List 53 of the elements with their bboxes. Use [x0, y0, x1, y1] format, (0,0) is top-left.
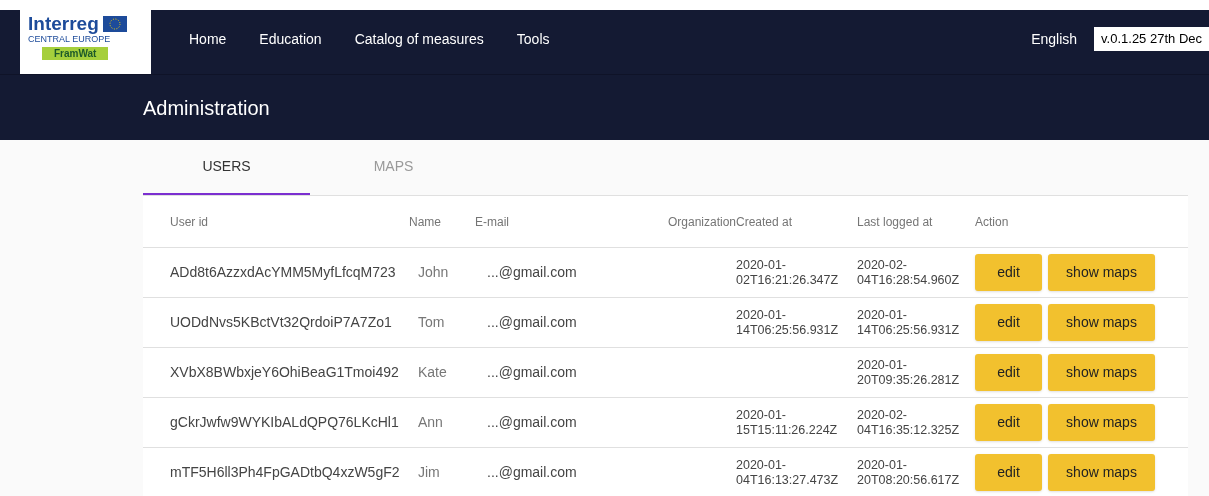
edit-button[interactable]: edit: [975, 454, 1042, 491]
language-selector[interactable]: English: [1031, 28, 1078, 50]
table-cell-text: Ann: [417, 413, 444, 432]
column-header: Organization: [666, 213, 736, 231]
show-maps-button[interactable]: show maps: [1048, 454, 1155, 491]
table-cell-text: 2020-02-04T16:35:12.325Z: [857, 407, 961, 438]
table-cell-text: 2020-01-02T16:21:26.347Z: [736, 257, 840, 288]
page-title: Administration: [143, 95, 270, 121]
table-cell-text: 2020-01-15T15:11:26.224Z: [736, 407, 839, 438]
logo-title: Interreg: [28, 14, 99, 34]
nav-link[interactable]: Tools: [516, 28, 550, 50]
table-cell-text: ...@gmail.com: [486, 463, 578, 482]
version-label: v.0.1.25 27th Dec: [1094, 27, 1209, 51]
table-cell-text: 2020-01-14T06:25:56.931Z: [857, 307, 961, 338]
column-header: User id: [170, 213, 209, 231]
table-cell-text: 2020-01-20T09:35:26.281Z: [857, 357, 961, 388]
edit-button[interactable]: edit: [975, 304, 1042, 341]
table-cell-text: 2020-01-04T16:13:27.473Z: [736, 457, 840, 488]
column-header: Created at: [736, 213, 794, 231]
table-cell-text: 2020-01-20T08:20:56.617Z: [857, 457, 961, 488]
table-cell-text: ...@gmail.com: [486, 263, 578, 282]
table-cell-text: Kate: [417, 363, 448, 382]
table-cell-text: XVbX8BWbxjeY6OhiBeaG1Tmoi492: [170, 363, 400, 382]
table-cell-text: ...@gmail.com: [486, 363, 578, 382]
table-cell-text: ...@gmail.com: [486, 413, 578, 432]
table-cell-text: Jim: [417, 463, 441, 482]
column-header: E-mail: [475, 213, 510, 231]
column-header: Name: [409, 213, 442, 231]
show-maps-button[interactable]: show maps: [1048, 354, 1155, 391]
show-maps-button[interactable]: show maps: [1048, 404, 1155, 441]
table-cell-text: 2020-01-14T06:25:56.931Z: [736, 307, 840, 338]
logo-project: FramWat: [42, 47, 109, 60]
nav-link[interactable]: Catalog of measures: [354, 28, 484, 50]
show-maps-button[interactable]: show maps: [1048, 254, 1155, 291]
show-maps-button[interactable]: show maps: [1048, 304, 1155, 341]
column-header: Action: [975, 213, 1010, 231]
table-cell-text: UODdNvs5KBctVt32QrdoiP7A7Zo1: [170, 313, 393, 332]
table-cell-text: John: [417, 263, 450, 282]
edit-button[interactable]: edit: [975, 404, 1042, 441]
edit-button[interactable]: edit: [975, 354, 1042, 391]
column-header: Last logged at: [857, 213, 934, 231]
table-cell-text: 2020-02-04T16:28:54.960Z: [857, 257, 961, 288]
table-cell-text: gCkrJwfw9WYKIbALdQPQ76LKcHl1: [170, 413, 400, 432]
logo-subtitle: CENTRAL EUROPE: [28, 34, 112, 45]
table-cell-text: ...@gmail.com: [486, 313, 578, 332]
table-cell-text: Tom: [417, 313, 446, 332]
nav-link[interactable]: Education: [259, 28, 322, 50]
edit-button[interactable]: edit: [975, 254, 1042, 291]
nav-link[interactable]: Home: [189, 28, 227, 50]
table-cell-text: mTF5H6ll3Ph4FpGADtbQ4xzW5gF2: [170, 463, 401, 482]
table-cell-text: ADd8t6AzzxdAcYMM5MyfLfcqM723: [170, 263, 397, 282]
flag-icon: [102, 16, 127, 32]
logo[interactable]: Interreg CENTRAL EUROPE FramWat: [20, 10, 151, 74]
